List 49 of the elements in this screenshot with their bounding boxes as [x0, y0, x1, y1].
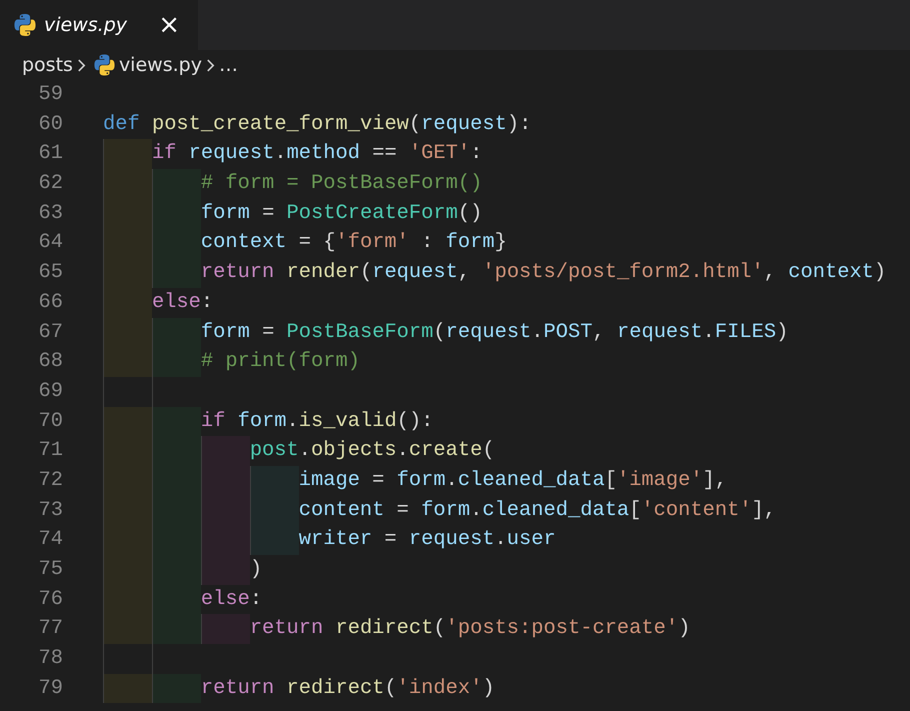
- code-line: context = {'form' : form}: [103, 228, 507, 258]
- code-line: if request.method == 'GET':: [103, 139, 482, 170]
- code-line: def post_create_form_view(request):: [103, 112, 532, 138]
- line-number: 60: [38, 112, 64, 138]
- editor-tab[interactable]: views.py ×: [0, 0, 198, 50]
- chevron-right-icon: [206, 58, 215, 72]
- line-number: 76: [38, 586, 64, 613]
- line-number: 77: [38, 616, 64, 642]
- code-line: content = form.cleaned_data['content'],: [103, 496, 776, 526]
- python-file-icon: [14, 14, 36, 36]
- code-line: image = form.cleaned_data['image'],: [103, 466, 728, 496]
- code-line: form = PostCreateForm(): [103, 198, 482, 228]
- line-number: 62: [38, 171, 64, 198]
- code-line: # form = PostBaseForm(): [103, 169, 482, 199]
- code-line: return redirect('posts:post-create'): [103, 614, 690, 644]
- code-line: # print(form): [103, 347, 360, 377]
- code-line: post.objects.create(: [103, 436, 495, 466]
- code-line: ): [103, 555, 262, 585]
- line-number: 59: [38, 82, 64, 108]
- code-line: return render(request, 'posts/post_form2.html', context): [103, 258, 886, 288]
- line-number: 63: [38, 200, 64, 227]
- line-number: 75: [38, 557, 64, 583]
- line-number: 70: [38, 408, 64, 435]
- code-line: if form.is_valid():: [103, 406, 434, 436]
- line-number: 73: [38, 498, 64, 524]
- breadcrumb-more[interactable]: …: [218, 50, 238, 80]
- tab-title: views.py: [44, 12, 127, 38]
- line-number: 68: [38, 349, 64, 376]
- code-line: writer = request.user: [103, 525, 556, 555]
- close-button[interactable]: ×: [154, 12, 184, 38]
- line-number: 79: [38, 676, 64, 702]
- python-file-icon: [94, 54, 115, 76]
- line-number: 69: [38, 378, 64, 405]
- line-number: 65: [38, 260, 64, 286]
- line-number: 72: [38, 468, 64, 494]
- line-number: 78: [38, 646, 64, 672]
- line-number: 67: [38, 320, 64, 346]
- code-line: else:: [103, 288, 214, 318]
- line-number: 61: [38, 141, 64, 168]
- breadcrumb-file[interactable]: views.py: [118, 50, 202, 80]
- code-line: else:: [103, 584, 262, 614]
- line-number: 71: [38, 438, 64, 464]
- chevron-right-icon: [76, 58, 86, 72]
- line-number: 64: [38, 230, 64, 256]
- code-line: return redirect('index'): [103, 674, 495, 704]
- breadcrumb-folder[interactable]: posts: [22, 50, 73, 80]
- line-number: 74: [38, 527, 64, 554]
- line-number: 66: [38, 290, 64, 316]
- code-line: form = PostBaseForm(request.POST, request.FILES): [103, 318, 788, 348]
